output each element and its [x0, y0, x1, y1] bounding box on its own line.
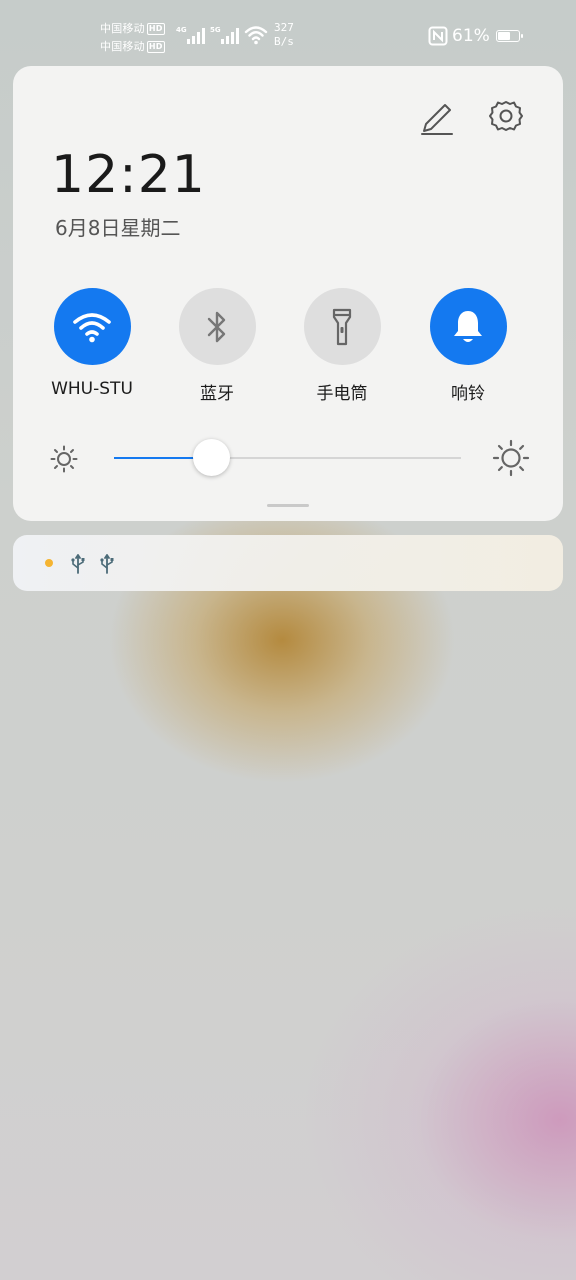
clock-date: 6月8日星期二: [55, 216, 181, 240]
signal-icon: [187, 28, 205, 44]
toggle-ringer-circle[interactable]: [429, 288, 507, 365]
gear-icon: [489, 101, 523, 131]
battery-icon: [496, 30, 523, 42]
settings-button[interactable]: [485, 96, 527, 138]
network-speed: 327 B/s: [274, 21, 294, 49]
carrier-1-name: 中国移动: [100, 22, 145, 35]
toggle-flashlight[interactable]: 手电筒: [282, 288, 402, 404]
pencil-icon: [421, 104, 453, 135]
bell-icon: [454, 310, 482, 342]
brightness-high-icon: [492, 439, 530, 477]
brightness-slider[interactable]: [114, 439, 461, 476]
bluetooth-icon: [207, 311, 226, 342]
notification-strip[interactable]: [13, 535, 563, 591]
hd-badge: HD: [146, 41, 165, 53]
toggle-bluetooth[interactable]: 蓝牙: [157, 288, 277, 404]
toggle-ringer-label: 响铃: [451, 384, 485, 404]
battery-percent: 61%: [452, 26, 490, 46]
signal-icon: [221, 28, 239, 44]
quick-settings-panel: 12:21 6月8日星期二 WHU-STU 蓝牙 手电筒 响铃: [13, 66, 563, 521]
toggle-flashlight-circle[interactable]: [303, 288, 381, 365]
toggle-wifi-label: WHU-STU: [51, 379, 133, 399]
usb-icon: [100, 554, 114, 574]
toggle-bluetooth-circle[interactable]: [178, 288, 256, 365]
brightness-low-icon: [50, 445, 78, 473]
wifi-icon: [73, 312, 111, 342]
speed-value: 327: [274, 21, 294, 34]
usb-icon: [71, 554, 85, 574]
nfc-icon: [428, 26, 448, 46]
panel-expand-handle[interactable]: [267, 504, 309, 507]
speed-unit: B/s: [274, 35, 294, 48]
flashlight-icon: [332, 308, 352, 345]
clock-time: 12:21: [51, 145, 206, 205]
toggle-bluetooth-label: 蓝牙: [200, 384, 234, 404]
brightness-slider-thumb[interactable]: [192, 439, 230, 476]
hd-badge: HD: [146, 23, 165, 35]
toggle-ringer[interactable]: 响铃: [408, 288, 528, 404]
carrier-2: 中国移动 HD: [100, 38, 165, 54]
status-bar: 中国移动 HD 中国移动 HD 4G 5G 327 B/s 61%: [0, 0, 576, 62]
toggle-wifi-circle[interactable]: [53, 288, 131, 365]
carrier-2-name: 中国移动: [100, 40, 145, 53]
edit-button[interactable]: [416, 99, 456, 139]
toggle-wifi[interactable]: WHU-STU: [32, 288, 152, 399]
toggle-flashlight-label: 手电筒: [316, 384, 368, 404]
wifi-icon: [244, 26, 268, 45]
notification-dot-icon: [45, 559, 53, 567]
carrier-1: 中国移动 HD: [100, 20, 165, 36]
battery-level-fill: [498, 32, 510, 40]
